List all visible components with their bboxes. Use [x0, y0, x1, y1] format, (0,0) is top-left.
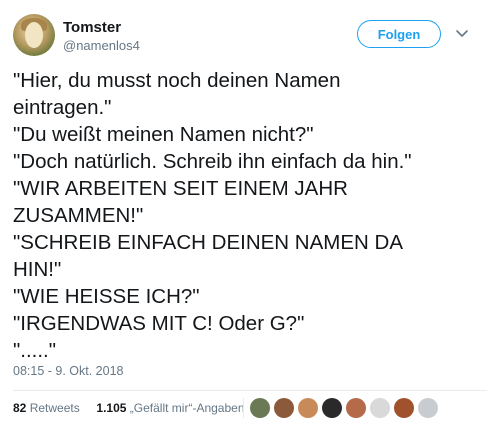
- tweet-line: ZUSAMMEN!": [13, 204, 144, 227]
- retweets-count[interactable]: 82: [13, 401, 26, 415]
- tweet-header: Tomster @namenlos4 Folgen: [13, 14, 487, 58]
- liker-avatar[interactable]: [370, 398, 390, 418]
- user-name[interactable]: Tomster: [63, 19, 121, 36]
- chevron-down-icon[interactable]: [455, 26, 469, 40]
- retweets-label[interactable]: Retweets: [30, 401, 80, 415]
- tweet-timestamp[interactable]: 08:15 - 9. Okt. 2018: [13, 364, 124, 378]
- liker-avatar[interactable]: [394, 398, 414, 418]
- user-handle[interactable]: @namenlos4: [63, 38, 140, 53]
- likes-label[interactable]: „Gefällt mir“-Angaben: [130, 401, 245, 415]
- engagement-stats: 82 Retweets 1.105 „Gefällt mir“-Angaben: [13, 401, 245, 415]
- stats-divider: [243, 398, 244, 418]
- tweet-line: "Doch natürlich. Schreib ihn einfach da …: [13, 150, 412, 173]
- avatar-face: [25, 22, 43, 48]
- tweet-line: ".....": [13, 339, 57, 362]
- liker-avatar[interactable]: [418, 398, 438, 418]
- liker-avatar[interactable]: [274, 398, 294, 418]
- liker-avatar[interactable]: [346, 398, 366, 418]
- tweet-line: "Du weißt meinen Namen nicht?": [13, 123, 314, 146]
- liker-avatar[interactable]: [322, 398, 342, 418]
- follow-button[interactable]: Folgen: [357, 20, 441, 48]
- tweet-line: HIN!": [13, 258, 62, 281]
- tweet-line: "WIR ARBEITEN SEIT EINEM JAHR: [13, 177, 348, 200]
- liker-avatar[interactable]: [298, 398, 318, 418]
- tweet-line: "IRGENDWAS MIT C! Oder G?": [13, 312, 305, 335]
- tweet-line: "Hier, du musst noch deinen Namen: [13, 69, 341, 92]
- likes-count[interactable]: 1.105: [96, 401, 126, 415]
- tweet-line: "SCHREIB EINFACH DEINEN NAMEN DA: [13, 231, 404, 254]
- profile-avatar[interactable]: [13, 14, 55, 56]
- tweet-text: "Hier, du musst noch deinen Namen eintra…: [13, 67, 483, 364]
- tweet-line: "WIE HEISSE ICH?": [13, 285, 200, 308]
- tweet-line: eintragen.": [13, 96, 112, 119]
- divider: [13, 390, 487, 391]
- liker-avatar[interactable]: [250, 398, 270, 418]
